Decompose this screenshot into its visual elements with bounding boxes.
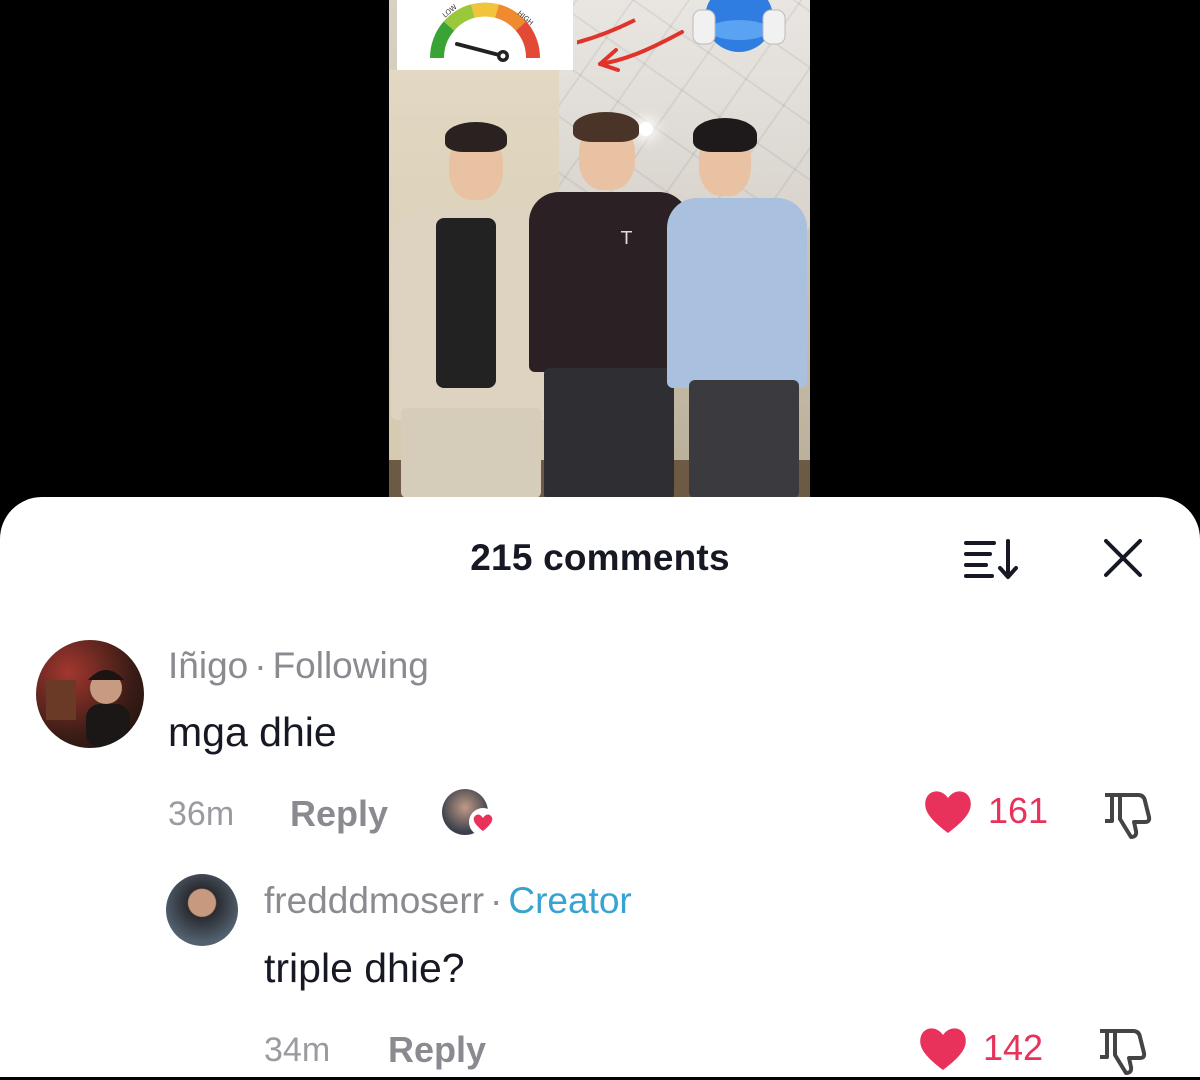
- heart-icon: [925, 791, 971, 833]
- comments-header: 215 comments: [0, 497, 1200, 615]
- comment-text: mga dhie: [168, 709, 337, 755]
- comment-text: triple dhie?: [264, 945, 465, 991]
- heart-badge-icon: [469, 808, 497, 836]
- dislike-button[interactable]: [1102, 791, 1154, 839]
- comments-sheet: 215 comments Iñigo · Following mga dhie …: [0, 497, 1200, 1077]
- comment-username-line: fredddmoserr · Creator: [264, 880, 632, 921]
- video-frame[interactable]: T LOW HIGH: [389, 0, 810, 497]
- close-icon: [1104, 539, 1142, 577]
- jacket-logo: T: [621, 228, 632, 249]
- pointer-arrow-icon: [598, 30, 684, 72]
- following-tag: Following: [272, 645, 429, 686]
- sort-button[interactable]: [962, 535, 1020, 581]
- thumbs-down-icon: [1100, 1029, 1147, 1075]
- like-button[interactable]: 161: [922, 787, 1048, 835]
- thumbs-down-icon: [1105, 793, 1152, 839]
- like-button[interactable]: 142: [917, 1024, 1043, 1072]
- creator-liked-badge: [442, 789, 500, 839]
- avatar[interactable]: [166, 874, 238, 946]
- dislike-button[interactable]: [1097, 1027, 1149, 1075]
- video-player[interactable]: T LOW HIGH: [0, 0, 1200, 500]
- comment-username-line: Iñigo · Following: [168, 645, 429, 686]
- comment-timestamp: 34m: [264, 1031, 331, 1069]
- comment-username[interactable]: fredddmoserr: [264, 880, 484, 921]
- close-button[interactable]: [1100, 535, 1146, 581]
- like-count: 161: [988, 790, 1049, 831]
- reply-button[interactable]: Reply: [388, 1029, 486, 1071]
- comment-username[interactable]: Iñigo: [168, 645, 248, 686]
- like-count: 142: [983, 1027, 1044, 1068]
- creator-tag: Creator: [508, 880, 632, 921]
- person-right: [667, 118, 810, 497]
- reply-button[interactable]: Reply: [290, 793, 388, 835]
- comment-timestamp: 36m: [168, 795, 235, 833]
- person-middle: T: [529, 110, 689, 497]
- comments-count-title: 215 comments: [470, 537, 730, 578]
- sort-icon: [964, 539, 1018, 579]
- gauge-overlay: LOW HIGH: [397, 0, 636, 70]
- gauge-meter-icon: LOW HIGH: [429, 2, 541, 62]
- thumbs-up-mascot-icon: [689, 0, 789, 54]
- avatar[interactable]: [36, 640, 144, 748]
- heart-icon: [920, 1028, 966, 1070]
